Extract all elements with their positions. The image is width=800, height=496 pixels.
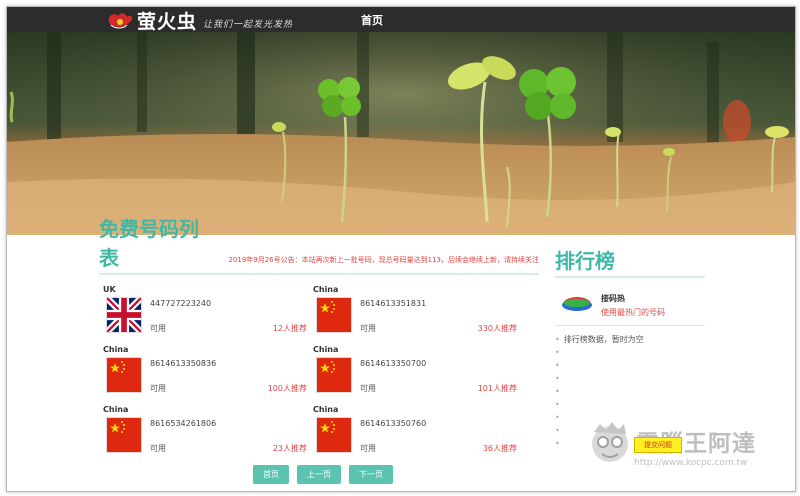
card-number: 8616534261806: [150, 419, 217, 428]
card-recommend: 330人推荐: [477, 324, 517, 333]
ranking-divider: [555, 276, 705, 278]
watermark: 電腦王阿達 http://www.kocpc.com.tw: [588, 418, 788, 478]
ranking-top-name: 接码热: [601, 294, 625, 303]
card-country: UK: [103, 285, 116, 294]
number-card[interactable]: China 8616534261806 可用 23人推荐: [99, 405, 309, 463]
card-status: 可用: [150, 324, 166, 333]
list-item: • 排行榜数据，暂时为空: [555, 333, 644, 346]
card-status: 可用: [150, 384, 166, 393]
bullet-icon: •: [555, 400, 560, 409]
bullet-icon: •: [555, 413, 560, 422]
card-number: 8614613350760: [360, 419, 427, 428]
card-recommend: 36人推荐: [482, 444, 517, 453]
card-number: 447727223240: [150, 299, 212, 308]
card-country: China: [313, 345, 339, 354]
china-flag-icon: [316, 297, 352, 333]
card-status: 可用: [360, 444, 376, 453]
china-flag-icon: [316, 357, 352, 393]
bullet-icon: •: [555, 426, 560, 435]
card-number: 8614613350836: [150, 359, 217, 368]
top-navbar: 萤火虫 让我们一起发光发热 首页: [7, 7, 795, 33]
free-number-section: 免费号码列表 2019年9月26号公告：本站再次新上一批号码，现总号码量达到11…: [99, 217, 539, 484]
banner-image: [7, 32, 795, 235]
number-card[interactable]: China 8614613351831 可用 330人推荐: [309, 285, 519, 343]
china-flag-icon: [106, 357, 142, 393]
next-page-button[interactable]: 下一页: [349, 465, 393, 484]
card-country: China: [103, 405, 129, 414]
china-flag-icon: [316, 417, 352, 453]
card-recommend: 100人推荐: [267, 384, 307, 393]
section-header: 免费号码列表 2019年9月26号公告：本站再次新上一批号码，现总号码量达到11…: [99, 217, 539, 275]
firefly-logo-icon: [108, 13, 133, 29]
watermark-mascot-icon: [592, 422, 628, 462]
card-recommend: 23人推荐: [272, 444, 307, 453]
bullet-icon: •: [555, 439, 560, 448]
list-item: •: [555, 346, 644, 359]
card-number: 8614613350700: [360, 359, 427, 368]
site-logo[interactable]: 萤火虫 让我们一起发光发热: [105, 8, 294, 33]
number-card[interactable]: China 8614613350700 可用 101人推荐: [309, 345, 519, 403]
uk-flag-icon: [106, 297, 142, 333]
number-card[interactable]: China 8614613350836 可用 100人推荐: [99, 345, 309, 403]
card-number: 8614613351831: [360, 299, 427, 308]
announcement-text: 2019年9月26号公告：本站再次新上一批号码，现总号码量达到113，后续会继续…: [228, 256, 539, 264]
first-page-button[interactable]: 首页: [253, 465, 289, 484]
china-flag-icon: [106, 417, 142, 453]
ranking-empty-message: 排行榜数据，暂时为空: [563, 335, 644, 344]
card-country: China: [313, 285, 339, 294]
list-item: •: [555, 398, 644, 411]
number-card[interactable]: China 8614613350760 可用 36人推荐: [309, 405, 519, 463]
ranking-top-item[interactable]: 接码热 使用最热门的号码: [559, 291, 709, 321]
list-item: •: [555, 359, 644, 372]
section-title: 免费号码列表: [99, 217, 199, 270]
prev-page-button[interactable]: 上一页: [297, 465, 341, 484]
ranking-title: 排行榜: [555, 249, 615, 273]
card-status: 可用: [360, 324, 376, 333]
pagination: 首页 上一页 下一页: [253, 465, 393, 484]
watermark-url: http://www.kocpc.com.tw: [634, 458, 748, 468]
card-status: 可用: [360, 384, 376, 393]
card-country: China: [103, 345, 129, 354]
ranking-separator: [555, 325, 705, 326]
card-status: 可用: [150, 444, 166, 453]
bullet-icon: •: [555, 387, 560, 396]
ranking-top-subtitle: 使用最热门的号码: [601, 308, 665, 317]
feedback-button[interactable]: 提交问题: [634, 437, 682, 453]
number-card[interactable]: UK 447727223240 可用 12人推荐: [99, 285, 309, 343]
list-item: •: [555, 372, 644, 385]
nav-home-link[interactable]: 首页: [361, 12, 383, 28]
ranking-section: 排行榜 接码热 使用最热门的号码 • 排行榜数据，暂时为空 • • • • • •…: [555, 245, 705, 448]
card-country: China: [313, 405, 339, 414]
list-item: •: [555, 385, 644, 398]
logo-slogan: 让我们一起发光发热: [203, 19, 294, 30]
logo-text: 萤火虫: [137, 10, 198, 33]
bullet-icon: •: [555, 374, 560, 383]
card-recommend: 12人推荐: [272, 324, 307, 333]
hot-code-icon: [562, 297, 592, 311]
bullet-icon: •: [555, 335, 560, 344]
hero-banner: [7, 32, 795, 235]
bullet-icon: •: [555, 348, 560, 357]
card-recommend: 101人推荐: [477, 384, 517, 393]
bullet-icon: •: [555, 361, 560, 370]
